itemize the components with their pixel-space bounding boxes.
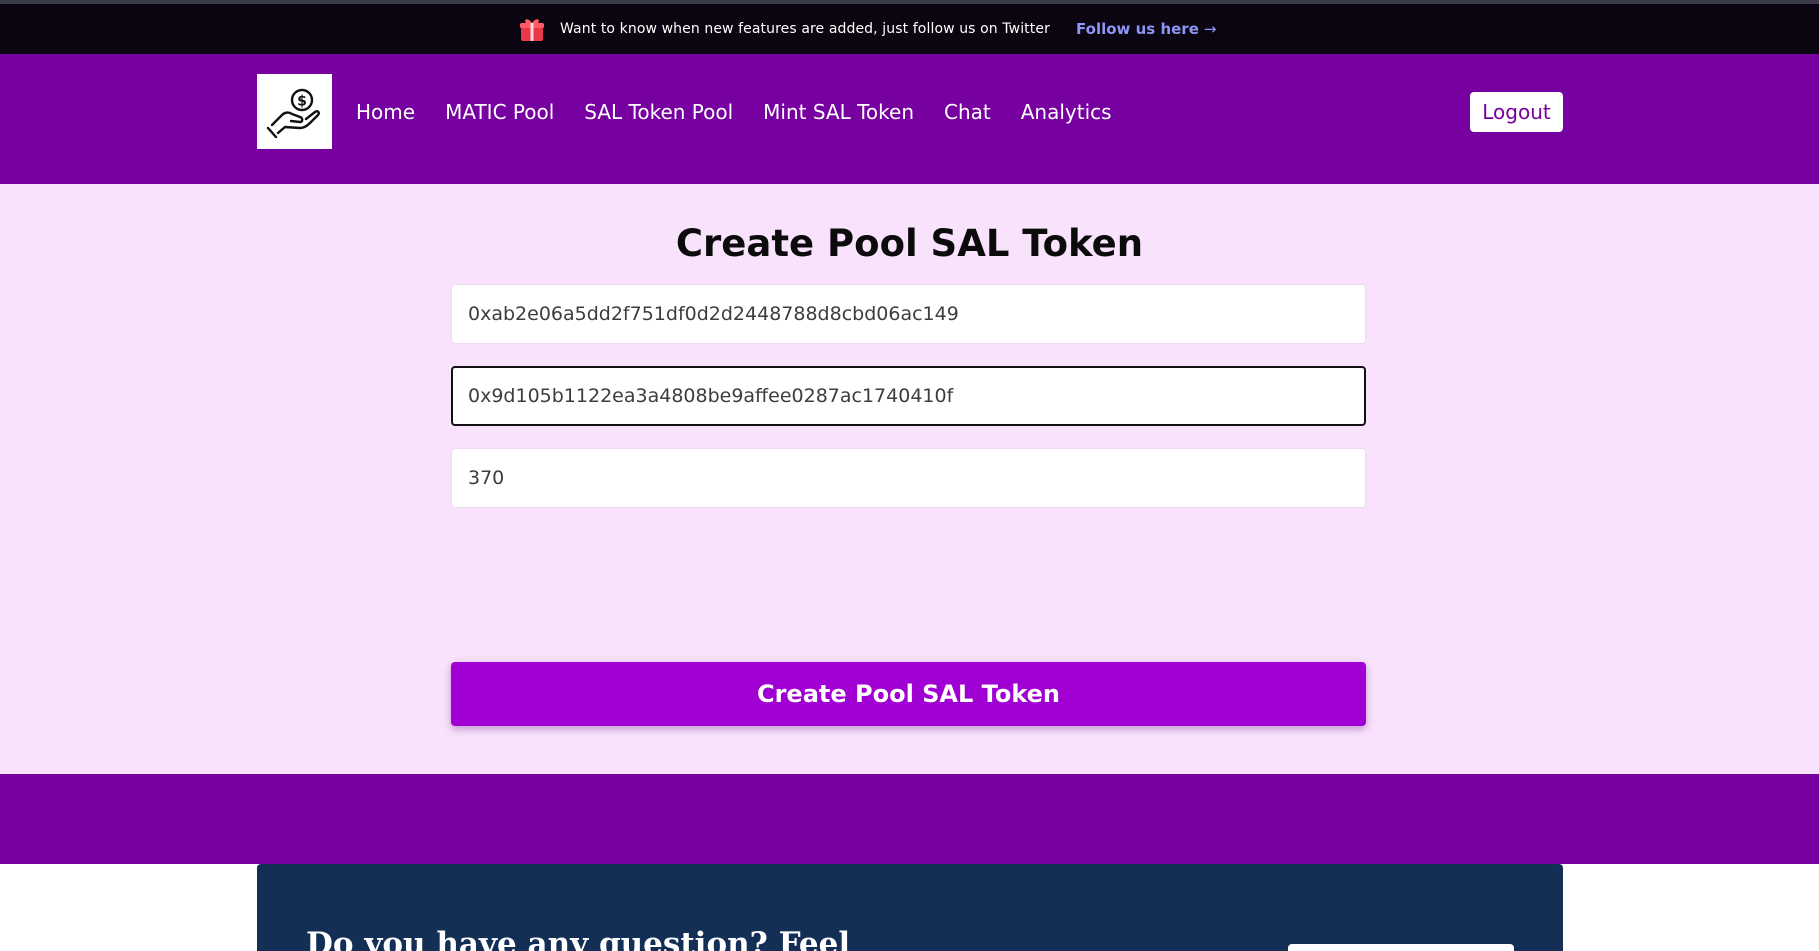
gift-icon <box>520 19 544 41</box>
token-address-input[interactable] <box>451 284 1366 344</box>
site-header: $ Home MATIC Pool SAL Token Pool Mint SA… <box>0 54 1819 184</box>
contact-cta: Do you have any question? Feel <box>257 864 1563 951</box>
amount-input[interactable] <box>451 448 1366 508</box>
announcement-bar: Want to know when new features are added… <box>0 4 1819 54</box>
site-logo[interactable]: $ <box>257 74 332 149</box>
create-pool-section: Create Pool SAL Token Create Pool SAL To… <box>0 184 1819 774</box>
nav-chat[interactable]: Chat <box>944 100 991 124</box>
main-nav: Home MATIC Pool SAL Token Pool Mint SAL … <box>356 54 1142 170</box>
follow-twitter-link[interactable]: Follow us here → <box>1076 4 1216 54</box>
arrow-right-icon: → <box>1203 20 1217 38</box>
cta-question: Do you have any question? Feel <box>306 926 851 951</box>
nav-analytics[interactable]: Analytics <box>1021 100 1112 124</box>
create-pool-button[interactable]: Create Pool SAL Token <box>451 662 1366 726</box>
nav-matic-pool[interactable]: MATIC Pool <box>445 100 554 124</box>
nav-mint-sal-token[interactable]: Mint SAL Token <box>763 100 914 124</box>
second-address-input[interactable] <box>451 366 1366 426</box>
contact-button[interactable] <box>1288 944 1514 951</box>
logout-button[interactable]: Logout <box>1470 92 1563 132</box>
announcement-content: Want to know when new features are added… <box>518 4 1050 54</box>
footer-band <box>0 774 1819 864</box>
nav-home[interactable]: Home <box>356 100 415 124</box>
hand-holding-dollar-icon: $ <box>266 88 320 138</box>
page-title: Create Pool SAL Token <box>675 222 1144 265</box>
follow-link-label: Follow us here <box>1076 20 1199 38</box>
announcement-message: Want to know when new features are added… <box>560 21 1050 37</box>
svg-text:$: $ <box>297 93 307 109</box>
nav-sal-token-pool[interactable]: SAL Token Pool <box>584 100 733 124</box>
